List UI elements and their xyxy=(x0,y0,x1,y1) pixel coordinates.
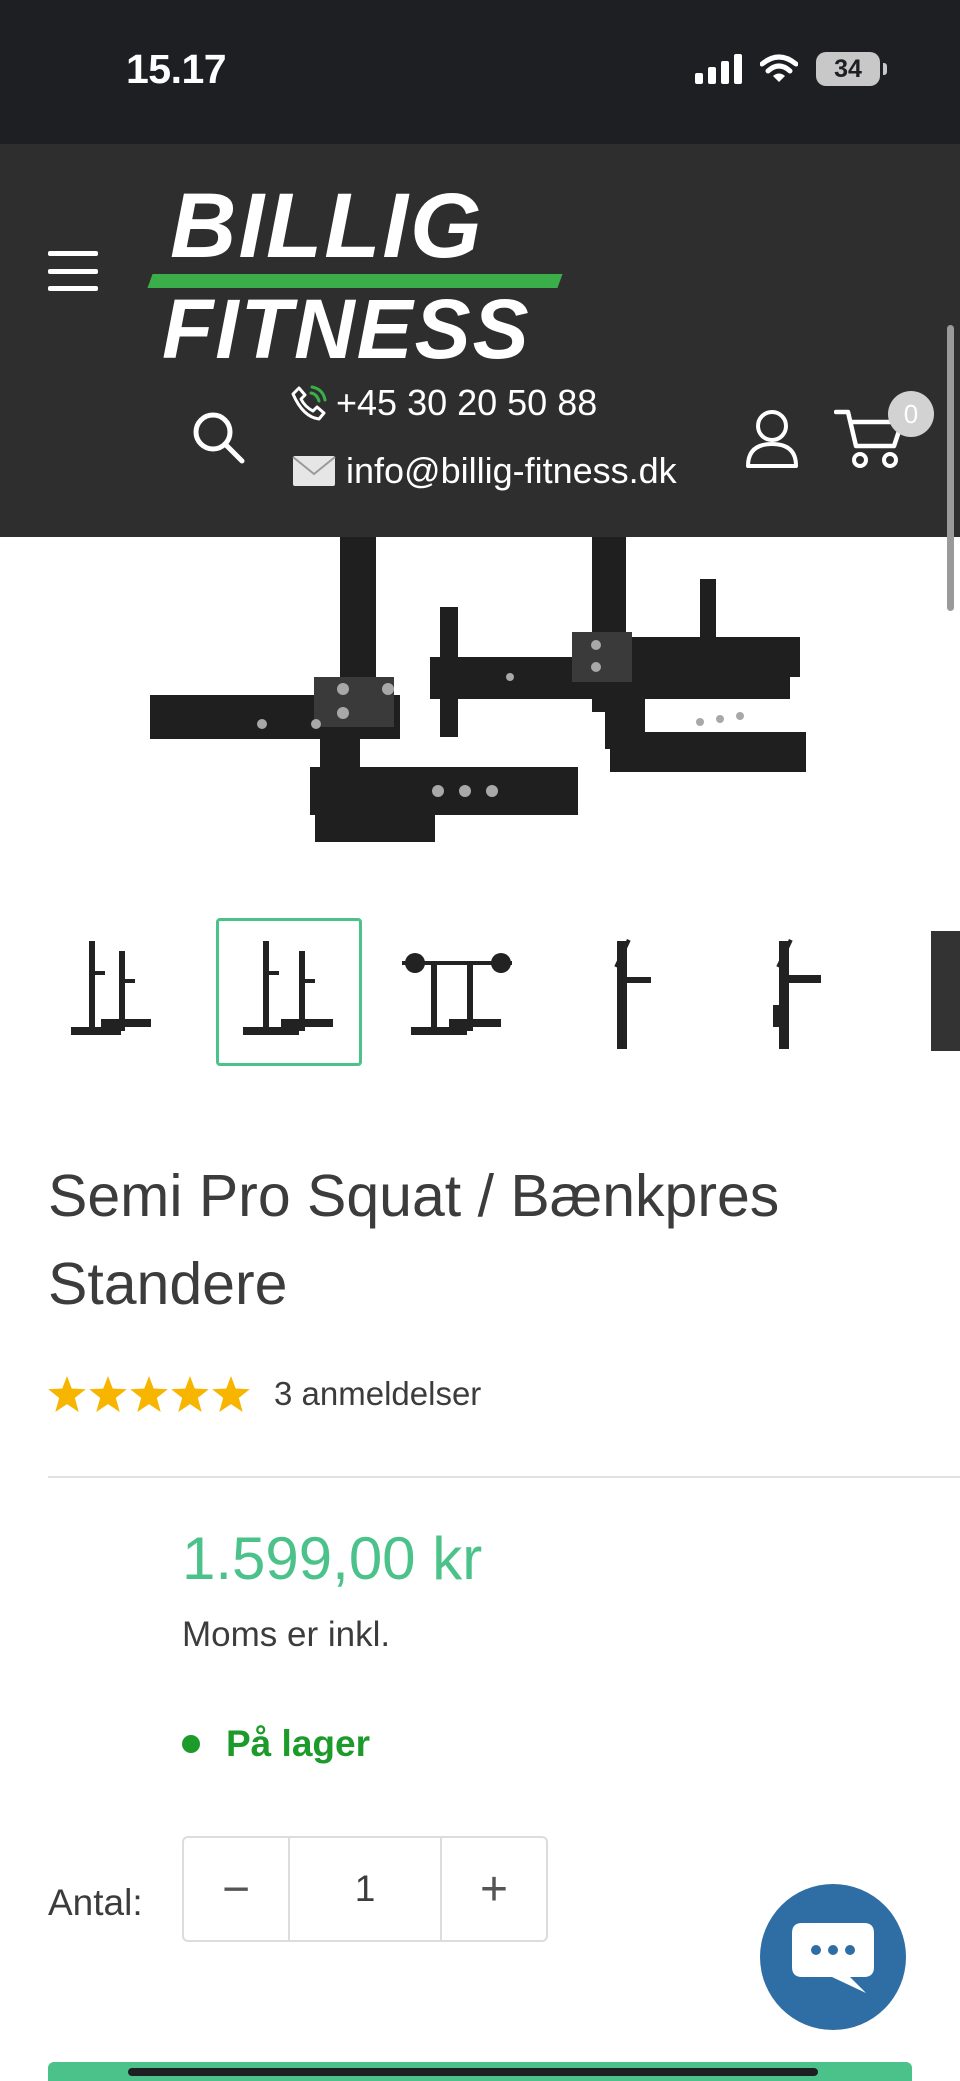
thumbnail-3[interactable] xyxy=(384,918,530,1066)
phone-link[interactable]: +45 30 20 50 88 xyxy=(290,382,597,424)
search-icon[interactable] xyxy=(190,409,246,465)
cart-count-badge: 0 xyxy=(888,391,934,437)
phone-number: +45 30 20 50 88 xyxy=(336,382,598,423)
account-icon[interactable] xyxy=(744,408,800,468)
thumbnail-4[interactable] xyxy=(552,918,698,1066)
product-main-image[interactable] xyxy=(0,537,960,857)
logo-line-2: FITNESS xyxy=(162,282,531,376)
status-icons: 34 xyxy=(695,52,887,86)
status-bar: 15.17 34 xyxy=(0,0,960,144)
logo-line-1: BILLIG xyxy=(170,175,484,277)
divider xyxy=(48,1476,960,1478)
quantity-stepper: − 1 + xyxy=(182,1836,548,1942)
quantity-decrease-button[interactable]: − xyxy=(184,1838,288,1940)
wifi-icon xyxy=(760,54,798,82)
thumbnail-1[interactable] xyxy=(48,918,194,1066)
cellular-signal-icon xyxy=(695,54,742,84)
site-header: BILLIG FITNESS +45 30 20 50 88 info@bill… xyxy=(0,144,960,537)
chat-bubble-icon xyxy=(792,1923,874,1993)
envelope-icon xyxy=(292,456,336,486)
quantity-increase-button[interactable]: + xyxy=(442,1838,546,1940)
star-icon xyxy=(212,1376,250,1412)
product-rating[interactable]: 3 anmeldelser xyxy=(48,1375,481,1413)
product-price: 1.599,00 kr xyxy=(182,1525,483,1592)
email-link[interactable]: info@billig-fitness.dk xyxy=(292,450,677,492)
thumbnail-6[interactable] xyxy=(888,918,960,1066)
thumbnail-strip xyxy=(48,918,960,1066)
star-rating xyxy=(48,1376,250,1412)
stock-indicator-icon xyxy=(182,1735,200,1753)
phone-icon xyxy=(291,385,327,421)
stock-status: På lager xyxy=(182,1723,370,1765)
stock-text: På lager xyxy=(226,1723,370,1764)
thumbnail-5[interactable] xyxy=(720,918,866,1066)
quantity-label: Antal: xyxy=(48,1882,143,1923)
star-icon xyxy=(89,1376,127,1412)
email-address: info@billig-fitness.dk xyxy=(346,450,677,491)
product-title: Semi Pro Squat / Bænkpres Standere xyxy=(48,1163,780,1317)
tax-note: Moms er inkl. xyxy=(182,1615,391,1654)
status-time: 15.17 xyxy=(126,46,227,92)
home-indicator[interactable] xyxy=(128,2068,818,2076)
star-icon xyxy=(171,1376,209,1412)
site-logo[interactable]: BILLIG FITNESS xyxy=(147,175,570,376)
star-icon xyxy=(48,1376,86,1412)
hamburger-icon[interactable] xyxy=(48,251,98,291)
star-icon xyxy=(130,1376,168,1412)
chat-button[interactable] xyxy=(760,1884,906,2030)
quantity-input[interactable]: 1 xyxy=(288,1838,442,1940)
reviews-link[interactable]: 3 anmeldelser xyxy=(274,1375,481,1413)
battery-icon: 34 xyxy=(816,52,887,86)
thumbnail-2[interactable] xyxy=(216,918,362,1066)
